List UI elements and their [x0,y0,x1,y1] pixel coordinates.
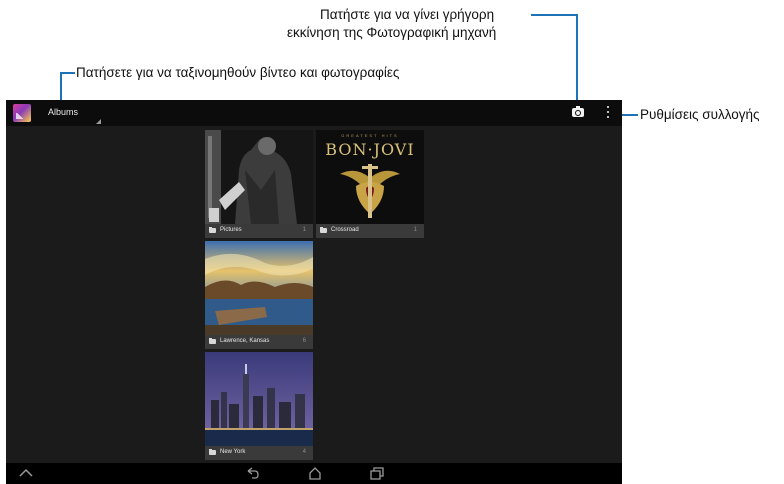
album-thumbnail [205,130,313,224]
album-caption: Pictures 1 [205,224,313,238]
album-count: 6 [302,338,306,344]
album-name: Lawrence, Kansas [220,338,270,344]
sort-callout-line [60,72,62,102]
album-name: Pictures [220,227,242,233]
album-photo-image [205,352,313,446]
album-photo-image [205,241,313,335]
dropdown-indicator-icon[interactable] [96,119,101,124]
view-selector-label[interactable]: Albums [48,107,78,117]
album-cover-title: BON·JOVI [325,140,415,159]
overflow-menu-icon[interactable] [607,106,610,120]
album-name: New York [220,449,246,455]
camera-callout-line1: Πατήστε για να γίνει γρήγορη [320,7,495,22]
album-count: 4 [302,449,306,455]
album-count: 1 [302,227,306,233]
album-caption: Lawrence, Kansas 6 [205,335,313,349]
settings-callout: Ρυθμίσεις συλλογής [640,107,760,122]
recent-apps-icon[interactable] [370,467,384,480]
album-name: Crossroad [331,227,359,233]
camera-callout-line [531,14,578,16]
sort-callout-line [60,72,75,74]
gallery-screen: Albums Pictures 1 GREATEST HITS BON·JOVI… [6,100,622,484]
album-caption: New York 4 [205,446,313,460]
camera-callout-line [576,14,578,102]
collapse-icon[interactable] [18,467,34,479]
album-tile-crossroad[interactable]: GREATEST HITS BON·JOVI Crossroad 1 [316,130,424,238]
folder-icon [209,449,216,455]
folder-icon [209,338,216,344]
album-tile-new-york[interactable]: New York 4 [205,352,313,460]
album-cover-top-text: GREATEST HITS [341,133,399,138]
folder-icon [320,227,327,233]
album-tile-lawrence-kansas[interactable]: Lawrence, Kansas 6 [205,241,313,349]
camera-callout-line2: εκκίνηση της Φωτογραφική μηχανή [287,25,497,40]
album-count: 1 [413,227,417,233]
album-thumbnail [205,241,313,335]
back-icon[interactable] [246,467,260,480]
camera-icon[interactable] [572,106,584,117]
gallery-app-icon[interactable] [13,104,31,122]
system-nav-bar [6,463,622,484]
album-thumbnail [205,352,313,446]
folder-icon [209,227,216,233]
sort-callout: Πατήσετε για να ταξινομηθούν βίντεο και … [76,65,400,80]
action-bar: Albums [6,100,622,126]
album-caption: Crossroad 1 [316,224,424,238]
home-icon[interactable] [308,467,322,480]
album-photo-image [205,130,313,224]
album-thumbnail: GREATEST HITS BON·JOVI [316,130,424,224]
album-tile-pictures[interactable]: Pictures 1 [205,130,313,238]
